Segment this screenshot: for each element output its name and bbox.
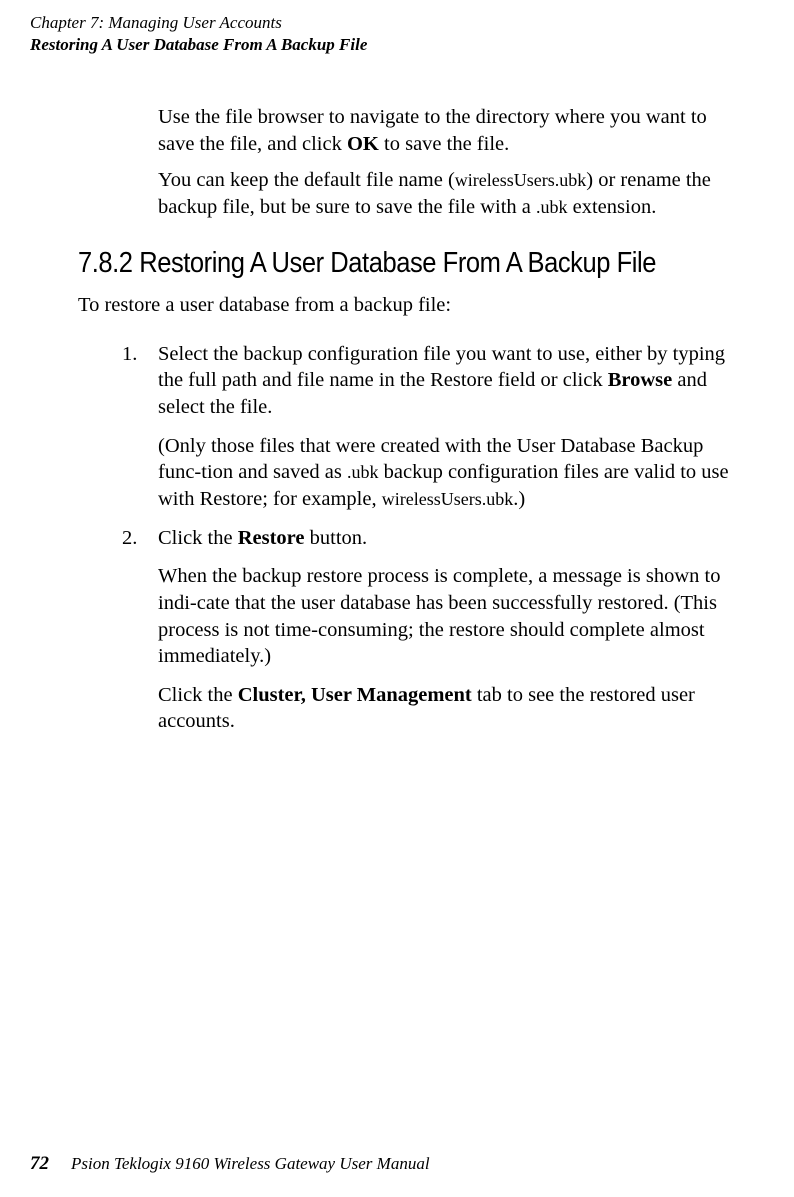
- restore-bold: Restore: [238, 527, 305, 549]
- cluster-bold: Cluster, User Management: [238, 684, 472, 706]
- page-header: Chapter 7: Managing User Accounts Restor…: [30, 12, 744, 56]
- text: Click the: [158, 684, 238, 706]
- page-number: 72: [30, 1153, 49, 1174]
- header-chapter: Chapter 7: Managing User Accounts: [30, 12, 744, 34]
- text: extension.: [568, 196, 657, 218]
- header-section: Restoring A User Database From A Backup …: [30, 34, 744, 56]
- list-item-2: 2. Click the Restore button.: [158, 525, 744, 552]
- browse-bold: Browse: [608, 369, 673, 391]
- filename-small: wirelessUsers.ubk: [455, 170, 586, 190]
- intro-text: To restore a user database from a backup…: [78, 294, 744, 317]
- section-heading: 7.8.2 Restoring A User Database From A B…: [78, 247, 664, 280]
- item2-para3: Click the Cluster, User Management tab t…: [158, 682, 744, 735]
- text: button.: [305, 527, 368, 549]
- text: .): [513, 488, 525, 510]
- ext-small: .ubk: [536, 197, 568, 217]
- paragraph-save-file: Use the file browser to navigate to the …: [158, 104, 744, 157]
- filename-small: wirelessUsers.ubk: [382, 489, 513, 509]
- ext-small: .ubk: [347, 462, 379, 482]
- item1-note: (Only those files that were created with…: [158, 433, 744, 513]
- list-marker: 1.: [122, 341, 137, 368]
- ok-bold: OK: [347, 133, 379, 155]
- list-marker: 2.: [122, 525, 137, 552]
- item2-para2: When the backup restore process is compl…: [158, 563, 744, 670]
- list-item-1: 1. Select the backup configuration file …: [158, 341, 744, 421]
- text: to save the file.: [379, 133, 509, 155]
- page-footer: 72 Psion Teklogix 9160 Wireless Gateway U…: [30, 1153, 430, 1175]
- text: Click the: [158, 527, 238, 549]
- paragraph-filename: You can keep the default file name (wire…: [158, 167, 744, 220]
- text: You can keep the default file name (: [158, 169, 455, 191]
- main-content: Use the file browser to navigate to the …: [30, 104, 744, 735]
- footer-text: Psion Teklogix 9160 Wireless Gateway Use…: [71, 1154, 430, 1173]
